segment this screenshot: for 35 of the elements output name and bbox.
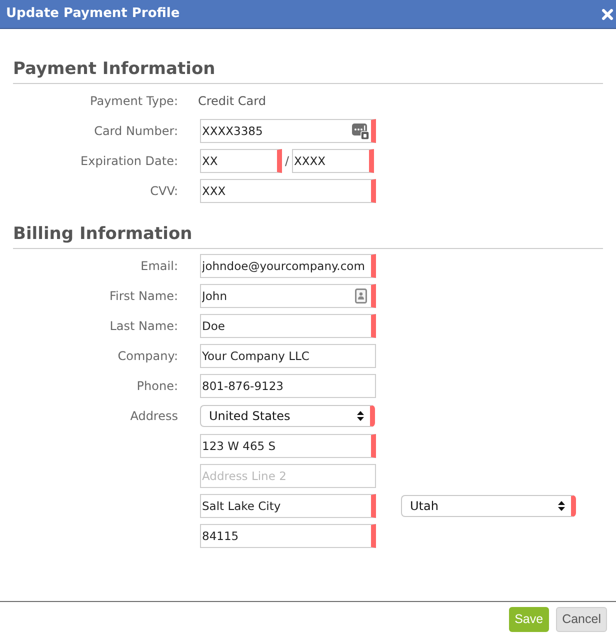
field-label: Last Name: (110, 318, 178, 335)
text-input[interactable]: 801-876-9123 (200, 374, 376, 398)
field-label: Card Number: (94, 123, 178, 140)
dialog-title: Update Payment Profile (6, 5, 180, 24)
field-label: Payment Type: (90, 93, 178, 110)
payment-type-value: Credit Card (198, 93, 266, 110)
dropdown[interactable]: United States (200, 405, 375, 427)
field-label: CVV: (150, 183, 178, 200)
text-input[interactable]: 84115 (200, 524, 376, 548)
section-heading: Payment Information (13, 58, 216, 81)
text-input[interactable]: Salt Lake City (200, 494, 376, 518)
field-label: Email: (140, 258, 178, 275)
close-icon[interactable] (602, 8, 613, 20)
field-label: Address (130, 408, 178, 425)
credit-card-icon[interactable] (352, 122, 369, 140)
field-label: Company: (118, 348, 178, 365)
action-button[interactable]: Cancel (556, 607, 607, 632)
text-input[interactable]: XX (200, 149, 282, 173)
contact-card-icon[interactable] (355, 288, 367, 304)
date-separator: / (285, 153, 290, 170)
text-input[interactable]: Your Company LLC (200, 344, 376, 368)
text-input[interactable]: XXX (200, 179, 376, 203)
dropdown[interactable]: Utah (401, 495, 576, 517)
text-input[interactable]: johndoe@yourcompany.com (200, 254, 376, 278)
text-input[interactable]: XXXX (292, 149, 374, 173)
field-label: Phone: (136, 378, 178, 395)
section-heading: Billing Information (13, 223, 194, 246)
up-down-caret-icon (558, 501, 565, 511)
text-input[interactable]: Address Line 2 (200, 464, 376, 488)
text-input[interactable]: Doe (200, 314, 376, 338)
field-label: First Name: (109, 288, 178, 305)
text-input[interactable]: 123 W 465 S (200, 434, 376, 458)
text-input[interactable]: XXXX3385 (200, 119, 376, 143)
field-label: Expiration Date: (80, 153, 178, 170)
up-down-caret-icon (357, 411, 364, 421)
